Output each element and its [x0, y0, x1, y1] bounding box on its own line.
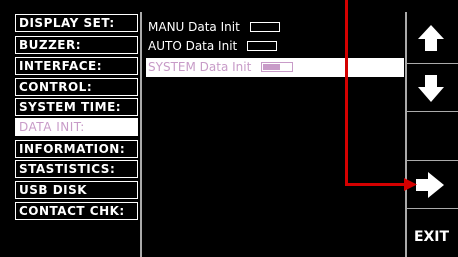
progress-bar	[249, 21, 280, 32]
exit-label: EXIT	[413, 229, 450, 245]
menu-item-control[interactable]: CONTROL:	[15, 78, 138, 96]
menu-item-information[interactable]: INFORMATION:	[15, 140, 138, 158]
annotation-line-vertical	[345, 0, 348, 186]
menu-item-display-set[interactable]: DISPLAY SET:	[15, 14, 138, 32]
arrow-down-icon	[418, 75, 444, 102]
down-button[interactable]	[405, 63, 458, 111]
data-init-item-system[interactable]: SYSTEM Data Init	[146, 58, 404, 77]
data-init-item-auto[interactable]: AUTO Data Init	[146, 37, 404, 55]
data-init-item-label: MANU Data Init	[148, 20, 240, 34]
data-init-item-label: SYSTEM Data Init	[148, 60, 252, 74]
progress-bar	[261, 61, 294, 72]
progress-fill	[263, 63, 281, 70]
menu-item-usb-disk[interactable]: USB DISK	[15, 181, 138, 199]
exit-button[interactable]: EXIT	[405, 208, 458, 257]
menu-item-statistics[interactable]: STASTISTICS:	[15, 160, 138, 178]
progress-bar	[247, 40, 278, 51]
annotation-arrowhead-icon	[404, 178, 417, 191]
menu-item-contact-chk[interactable]: CONTACT CHK:	[15, 202, 138, 220]
empty-softkey[interactable]	[405, 111, 458, 160]
data-init-item-label: AUTO Data Init	[148, 39, 238, 53]
menu-item-data-init[interactable]: DATA INIT:	[15, 118, 138, 136]
menu-item-system-time[interactable]: SYSTEM TIME:	[15, 98, 138, 116]
annotation-line-horizontal	[345, 183, 407, 186]
arrow-up-icon	[418, 25, 444, 51]
menu-item-interface[interactable]: INTERFACE:	[15, 57, 138, 75]
up-button[interactable]	[405, 12, 458, 63]
data-init-item-manu[interactable]: MANU Data Init	[146, 18, 404, 36]
menu-item-buzzer[interactable]: BUZZER:	[15, 36, 138, 54]
